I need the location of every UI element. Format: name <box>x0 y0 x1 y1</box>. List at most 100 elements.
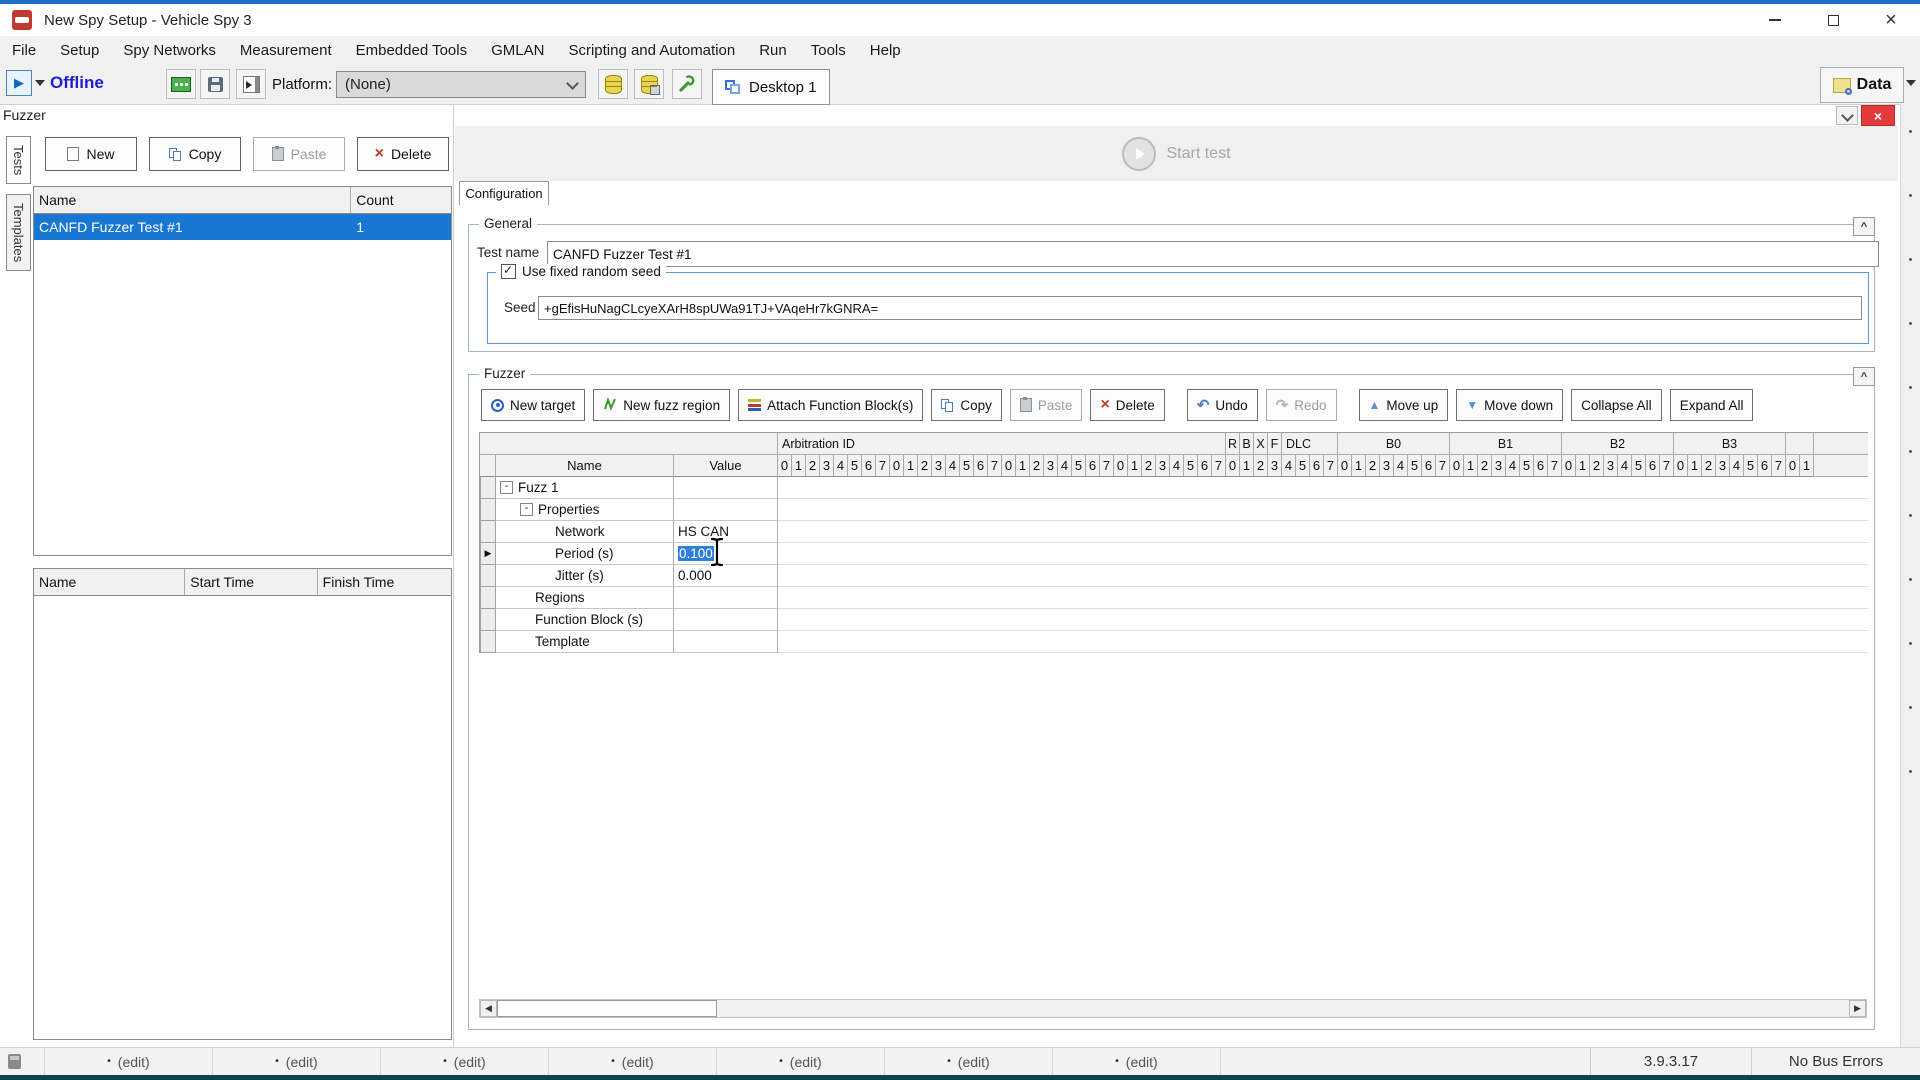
row-name-cell[interactable]: Regions <box>496 587 674 609</box>
close-button[interactable]: × <box>1862 4 1920 36</box>
row-selector-cell[interactable] <box>480 477 496 499</box>
tests-col-name[interactable]: Name <box>34 187 351 213</box>
row-value-cell[interactable] <box>674 477 778 499</box>
side-tab-templates[interactable]: Templates <box>6 194 31 271</box>
database-save-button[interactable] <box>634 69 664 99</box>
database-button[interactable] <box>598 69 628 99</box>
platform-select[interactable]: (None) <box>336 71 586 98</box>
menu-scripting-and-automation[interactable]: Scripting and Automation <box>556 42 747 59</box>
tools-button[interactable] <box>672 69 702 99</box>
collapse-fuzzer-button[interactable]: ^ <box>1853 367 1875 386</box>
name-header-cell[interactable]: Name <box>496 455 674 477</box>
runs-col-start-time[interactable]: Start Time <box>185 569 317 595</box>
tree-collapse-icon[interactable]: - <box>520 503 533 516</box>
panel-close-button[interactable]: × <box>1861 105 1895 126</box>
panel-minimize-button[interactable] <box>1836 106 1858 125</box>
run-dropdown-button[interactable] <box>35 80 45 86</box>
expand-all-button[interactable]: Expand All <box>1670 389 1754 421</box>
menu-embedded-tools[interactable]: Embedded Tools <box>344 42 479 59</box>
tests-table[interactable]: NameCount CANFD Fuzzer Test #11 <box>33 186 452 556</box>
status-edit-cell-7[interactable]: •(edit) <box>1053 1048 1221 1075</box>
row-name-cell[interactable]: -Properties <box>496 499 674 521</box>
attach-function-block-s-button[interactable]: Attach Function Block(s) <box>738 389 923 421</box>
status-edit-cell-5[interactable]: •(edit) <box>717 1048 885 1075</box>
collapse-all-button[interactable]: Collapse All <box>1571 389 1662 421</box>
scrollbar-thumb[interactable] <box>497 1000 717 1017</box>
row-name-cell[interactable]: -Fuzz 1 <box>496 477 674 499</box>
row-value-cell[interactable] <box>674 499 778 521</box>
run-button[interactable]: ▶ <box>6 70 32 96</box>
runs-col-finish-time[interactable]: Finish Time <box>318 569 451 595</box>
status-edit-cell-2[interactable]: •(edit) <box>213 1048 381 1075</box>
start-test-button[interactable] <box>1122 137 1156 171</box>
maximize-button[interactable] <box>1804 4 1862 36</box>
menu-spy-networks[interactable]: Spy Networks <box>111 42 228 59</box>
seed-input[interactable]: +gEfisHuNagCLcyeXArH8spUWa91TJ+VAqeHr7kG… <box>538 296 1862 320</box>
row-selector-cell[interactable] <box>480 631 496 653</box>
tab-desktop-1[interactable]: Desktop 1 <box>712 69 830 105</box>
tab-configuration[interactable]: Configuration <box>459 181 549 205</box>
copy-button[interactable]: Copy <box>931 389 1002 421</box>
menu-help[interactable]: Help <box>858 42 913 59</box>
grid-row[interactable]: -Fuzz 1 <box>480 477 1868 499</box>
menu-tools[interactable]: Tools <box>799 42 858 59</box>
hardware-button[interactable] <box>166 69 196 99</box>
minimize-button[interactable] <box>1746 4 1804 36</box>
tree-collapse-icon[interactable]: - <box>500 481 513 494</box>
status-edit-cell-6[interactable]: •(edit) <box>885 1048 1053 1075</box>
row-name-cell[interactable]: Jitter (s) <box>496 565 674 587</box>
status-edit-cell-3[interactable]: •(edit) <box>381 1048 549 1075</box>
grid-row[interactable]: Function Block (s) <box>480 609 1868 631</box>
menu-file[interactable]: File <box>0 42 48 59</box>
scroll-right-button[interactable]: ▶ <box>1849 1000 1866 1017</box>
collapse-general-button[interactable]: ^ <box>1853 217 1875 236</box>
value-header-cell[interactable]: Value <box>674 455 778 477</box>
scroll-left-button[interactable]: ◀ <box>480 1000 497 1017</box>
move-up-button[interactable]: ▲Move up <box>1359 389 1449 421</box>
new-fuzz-region-button[interactable]: New fuzz region <box>593 389 730 421</box>
table-row[interactable]: CANFD Fuzzer Test #11 <box>34 214 451 240</box>
grid-horizontal-scrollbar[interactable]: ◀ ▶ <box>479 999 1867 1018</box>
runs-col-name[interactable]: Name <box>34 569 185 595</box>
row-selector-cell[interactable]: ▶ <box>480 543 496 565</box>
test-name-input[interactable]: CANFD Fuzzer Test #1 <box>547 241 1879 267</box>
row-selector-cell[interactable] <box>480 565 496 587</box>
save-button[interactable] <box>200 69 230 99</box>
row-name-cell[interactable]: Function Block (s) <box>496 609 674 631</box>
status-edit-cell-1[interactable]: •(edit) <box>45 1048 213 1075</box>
row-value-cell[interactable] <box>674 587 778 609</box>
row-selector-cell[interactable] <box>480 587 496 609</box>
data-button[interactable]: Data <box>1820 67 1904 103</box>
grid-row[interactable]: Jitter (s)0.000 <box>480 565 1868 587</box>
menu-gmlan[interactable]: GMLAN <box>479 42 556 59</box>
menu-run[interactable]: Run <box>747 42 799 59</box>
row-value-cell[interactable] <box>674 609 778 631</box>
logon-button[interactable] <box>236 69 266 99</box>
grid-row[interactable]: -Properties <box>480 499 1868 521</box>
fixed-seed-checkbox[interactable] <box>501 264 516 279</box>
copy-button[interactable]: Copy <box>149 137 241 171</box>
row-name-cell[interactable]: Network <box>496 521 674 543</box>
row-selector-cell[interactable] <box>480 609 496 631</box>
row-selector-cell[interactable] <box>480 521 496 543</box>
menu-setup[interactable]: Setup <box>48 42 111 59</box>
data-dropdown-button[interactable] <box>1906 80 1916 86</box>
row-name-cell[interactable]: Period (s) <box>496 543 674 565</box>
row-name-cell[interactable]: Template <box>496 631 674 653</box>
menu-measurement[interactable]: Measurement <box>228 42 344 59</box>
delete-button[interactable]: ×Delete <box>357 137 449 171</box>
new-button[interactable]: New <box>45 137 137 171</box>
undo-button[interactable]: ↶Undo <box>1187 389 1258 421</box>
row-selector-cell[interactable] <box>480 499 496 521</box>
side-tab-tests[interactable]: Tests <box>6 136 31 184</box>
grid-row[interactable]: ▶Period (s)0.100 <box>480 543 1868 565</box>
runs-table[interactable]: NameStart TimeFinish Time <box>33 568 452 1040</box>
grid-row[interactable]: Regions <box>480 587 1868 609</box>
tests-col-count[interactable]: Count <box>351 187 451 213</box>
status-edit-cell-4[interactable]: •(edit) <box>549 1048 717 1075</box>
delete-button[interactable]: ×Delete <box>1090 389 1164 421</box>
move-down-button[interactable]: ▼Move down <box>1456 389 1563 421</box>
row-value-cell[interactable] <box>674 631 778 653</box>
grid-row[interactable]: NetworkHS CAN <box>480 521 1868 543</box>
grid-row[interactable]: Template <box>480 631 1868 653</box>
